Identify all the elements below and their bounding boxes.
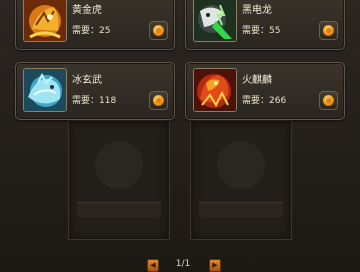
- mount-cost: 需要：55: [242, 23, 280, 36]
- cost-value: 266: [269, 96, 287, 106]
- arrow-left-icon: ◀: [150, 261, 156, 269]
- mount-shop-panel: 黄金虎 需要：25 黑电龙 需要：55 冰玄武 需要：118 火麒麟 需要：26…: [0, 0, 360, 272]
- coin-icon: [323, 25, 334, 36]
- coin-icon: [323, 95, 334, 106]
- mount-card-black-dragon[interactable]: 黑电龙 需要：55: [185, 0, 345, 50]
- mount-name: 火麒麟: [242, 75, 272, 86]
- slot-bar: [199, 202, 283, 217]
- cost-label: 需要：: [72, 96, 100, 106]
- ice-black-tortoise-icon: [23, 68, 67, 112]
- buy-button[interactable]: [149, 91, 168, 110]
- mount-cost: 需要：266: [242, 93, 286, 106]
- mount-name: 黄金虎: [72, 5, 102, 16]
- empty-slot: [68, 120, 170, 240]
- mount-card-fire-qilin[interactable]: 火麒麟 需要：266: [185, 62, 345, 120]
- empty-slot: [190, 120, 292, 240]
- mount-name: 黑电龙: [242, 5, 272, 16]
- mount-card-ice-tortoise[interactable]: 冰玄武 需要：118: [15, 62, 175, 120]
- buy-button[interactable]: [319, 91, 338, 110]
- mount-cost: 需要：25: [72, 23, 110, 36]
- page-indicator: 1/1: [175, 259, 191, 269]
- mount-name: 冰玄武: [72, 75, 102, 86]
- golden-tiger-icon: [23, 0, 67, 42]
- mount-card-golden-tiger[interactable]: 黄金虎 需要：25: [15, 0, 175, 50]
- cost-label: 需要：: [242, 26, 270, 36]
- faded-emblem-icon: [95, 141, 143, 189]
- coin-icon: [153, 95, 164, 106]
- cost-value: 25: [99, 26, 111, 36]
- cost-label: 需要：: [242, 96, 270, 106]
- buy-button[interactable]: [149, 21, 168, 40]
- mount-cost: 需要：118: [72, 93, 116, 106]
- slot-bar: [77, 202, 161, 217]
- cost-value: 118: [99, 96, 117, 106]
- arrow-right-icon: ▶: [212, 261, 218, 269]
- coin-icon: [153, 25, 164, 36]
- black-lightning-dragon-icon: [193, 0, 237, 42]
- buy-button[interactable]: [319, 21, 338, 40]
- prev-page-button[interactable]: ◀: [147, 259, 159, 272]
- next-page-button[interactable]: ▶: [209, 259, 221, 272]
- fire-qilin-icon: [193, 68, 237, 112]
- faded-emblem-icon: [217, 141, 265, 189]
- cost-value: 55: [269, 26, 281, 36]
- cost-label: 需要：: [72, 26, 100, 36]
